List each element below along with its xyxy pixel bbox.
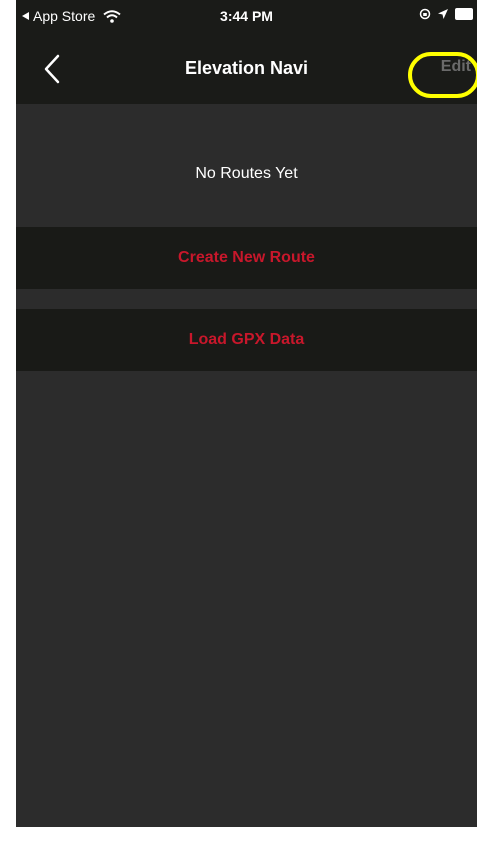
empty-state-label: No Routes Yet xyxy=(195,165,298,182)
load-gpx-data-button[interactable]: Load GPX Data xyxy=(16,309,477,371)
edit-highlight-annotation xyxy=(408,52,477,98)
status-indicators xyxy=(419,8,473,20)
status-time: 3:44 PM xyxy=(220,8,273,24)
app-screen: App Store 3:44 PM Elevation Navi Edit No… xyxy=(16,0,477,827)
create-new-route-button[interactable]: Create New Route xyxy=(16,227,477,289)
status-bar: App Store 3:44 PM xyxy=(16,0,477,34)
load-gpx-data-label: Load GPX Data xyxy=(188,331,305,348)
create-new-route-label: Create New Route xyxy=(178,249,315,266)
battery-icon xyxy=(455,8,473,20)
location-arrow-icon xyxy=(438,9,448,19)
rotation-lock-icon xyxy=(419,8,431,20)
